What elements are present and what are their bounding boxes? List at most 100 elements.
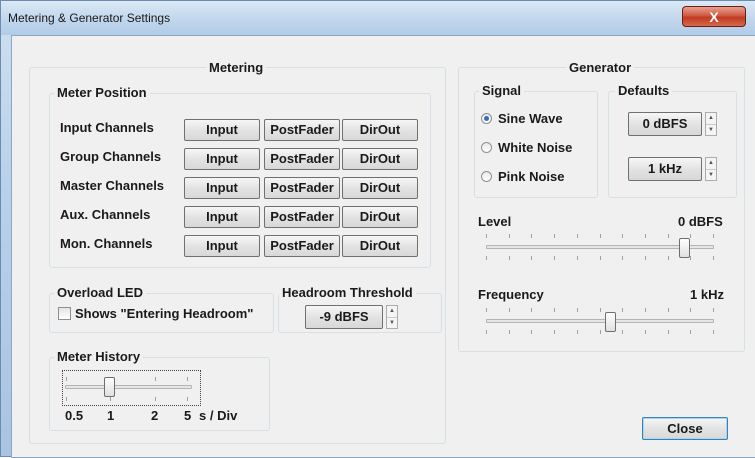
slider-tick [600,256,601,260]
title-close-button[interactable]: X [682,6,746,27]
spin-down-icon[interactable]: ▼ [706,125,716,136]
slider-tick [668,308,669,312]
pink-noise-radio[interactable] [481,171,492,182]
aux-channels-postfader-button[interactable]: PostFader [264,206,340,228]
slider-tick [486,256,487,260]
frequency-thumb[interactable] [605,312,616,332]
slider-tick [486,234,487,238]
slider-tick [531,308,532,312]
sine-wave-label[interactable]: Sine Wave [498,111,563,126]
spin-down-icon[interactable]: ▼ [706,170,716,181]
frequency-slider[interactable] [482,306,718,338]
slider-tick [713,308,714,312]
slider-tick [622,308,623,312]
master-channels-postfader-button[interactable]: PostFader [264,177,340,199]
generator-title: Generator [566,60,635,75]
group-channels-dirout-button[interactable]: DirOut [342,148,418,170]
mon-channels-postfader-button[interactable]: PostFader [264,235,340,257]
overload-led-title: Overload LED [54,285,146,300]
history-tick-label-1: 1 [107,408,115,423]
default-level-button[interactable]: 0 dBFS [628,112,702,136]
slider-tick [509,330,510,334]
slider-tick [668,256,669,260]
slider-tick [531,234,532,238]
slider-tick [600,308,601,312]
title-bar[interactable]: Metering & Generator Settings X [1,1,755,35]
spin-up-icon[interactable]: ▲ [706,113,716,125]
metering-title: Metering [206,60,267,75]
aux-channels-input-button[interactable]: Input [184,206,260,228]
history-tick [66,377,67,381]
pink-noise-label[interactable]: Pink Noise [498,169,564,184]
default-frequency-spinner[interactable]: ▲ ▼ [705,157,717,181]
row-label-aux-channels: Aux. Channels [60,207,151,222]
slider-tick [713,234,714,238]
master-channels-input-button[interactable]: Input [184,177,260,199]
slider-tick [554,256,555,260]
slider-tick [690,234,691,238]
signal-title: Signal [479,83,525,98]
group-channels-postfader-button[interactable]: PostFader [264,148,340,170]
spin-down-icon[interactable]: ▼ [387,318,397,329]
meter-history-slider[interactable] [62,370,201,406]
slider-tick [509,256,510,260]
input-channels-postfader-button[interactable]: PostFader [264,119,340,141]
history-unit-label: s / Div [199,408,238,423]
group-channels-input-button[interactable]: Input [184,148,260,170]
level-value: 0 dBFS [678,214,723,229]
history-tick [187,397,188,401]
slider-tick [690,330,691,334]
entering-headroom-label[interactable]: Shows "Entering Headroom" [75,306,253,321]
slider-tick [645,256,646,260]
default-frequency-button[interactable]: 1 kHz [628,157,702,181]
slider-tick [713,330,714,334]
dialog-client-area: Metering Meter Position Input Channels I… [11,35,755,458]
default-level-spinner[interactable]: ▲ ▼ [705,112,717,136]
slider-tick [554,234,555,238]
history-tick [110,397,111,401]
headroom-threshold-spinner[interactable]: ▲ ▼ [386,305,398,329]
input-channels-dirout-button[interactable]: DirOut [342,119,418,141]
slider-tick [600,330,601,334]
frequency-label: Frequency [478,287,544,302]
slider-tick [509,308,510,312]
slider-tick [577,330,578,334]
spin-up-icon[interactable]: ▲ [706,158,716,170]
master-channels-dirout-button[interactable]: DirOut [342,177,418,199]
history-track [65,385,192,389]
input-channels-input-button[interactable]: Input [184,119,260,141]
slider-tick [577,234,578,238]
level-label: Level [478,214,512,229]
white-noise-label[interactable]: White Noise [498,140,572,155]
slider-tick [577,256,578,260]
slider-tick [486,308,487,312]
mon-channels-input-button[interactable]: Input [184,235,260,257]
defaults-group [608,91,737,198]
slider-tick [645,234,646,238]
history-thumb[interactable] [104,377,115,397]
white-noise-radio[interactable] [481,142,492,153]
slider-tick [713,256,714,260]
slider-tick [645,330,646,334]
aux-channels-dirout-button[interactable]: DirOut [342,206,418,228]
history-tick [187,377,188,381]
slider-tick [531,256,532,260]
close-button[interactable]: Close [642,417,728,440]
history-tick-label-0.5: 0.5 [65,408,84,423]
row-label-mon-channels: Mon. Channels [60,236,153,251]
history-tick-label-2: 2 [151,408,159,423]
level-thumb[interactable] [679,238,690,258]
slider-tick [509,234,510,238]
level-slider[interactable] [482,232,718,264]
mon-channels-dirout-button[interactable]: DirOut [342,235,418,257]
slider-tick [554,330,555,334]
headroom-threshold-value[interactable]: -9 dBFS [305,305,383,329]
history-tick [155,377,156,381]
entering-headroom-checkbox[interactable] [58,307,71,320]
sine-wave-radio[interactable] [481,113,492,124]
slider-tick [668,234,669,238]
defaults-title: Defaults [615,83,673,98]
slider-tick [486,330,487,334]
spin-up-icon[interactable]: ▲ [387,306,397,318]
row-label-group-channels: Group Channels [60,149,162,164]
